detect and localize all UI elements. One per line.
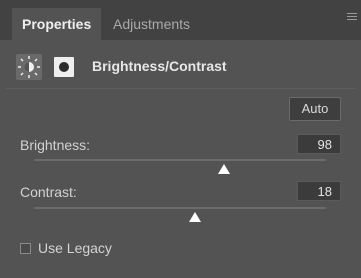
tab-bar: Properties Adjustments [0,0,361,40]
tab-adjustments[interactable]: Adjustments [103,8,200,40]
brightness-input[interactable]: 98 [297,134,341,154]
hamburger-icon[interactable] [347,13,357,23]
adjustment-header: Brightness/Contrast [6,48,356,86]
brightness-label: Brightness: [20,137,91,153]
auto-button[interactable]: Auto [289,97,341,121]
contrast-label: Contrast: [20,184,77,200]
use-legacy-checkbox[interactable] [20,243,31,254]
brightness-contrast-icon[interactable] [16,54,42,80]
contrast-input[interactable]: 18 [297,181,341,201]
brightness-slider-track[interactable] [34,159,326,161]
layer-mask-icon[interactable] [54,57,74,77]
contrast-slider-thumb[interactable] [188,210,202,222]
adjustment-title: Brightness/Contrast [92,58,227,74]
divider [6,88,356,89]
contrast-slider-track[interactable] [34,207,326,209]
use-legacy-label[interactable]: Use Legacy [38,240,112,256]
tab-properties[interactable]: Properties [12,8,102,40]
properties-panel: Properties Adjustments Brightness/Contra… [0,0,361,278]
brightness-slider-thumb[interactable] [217,162,231,174]
